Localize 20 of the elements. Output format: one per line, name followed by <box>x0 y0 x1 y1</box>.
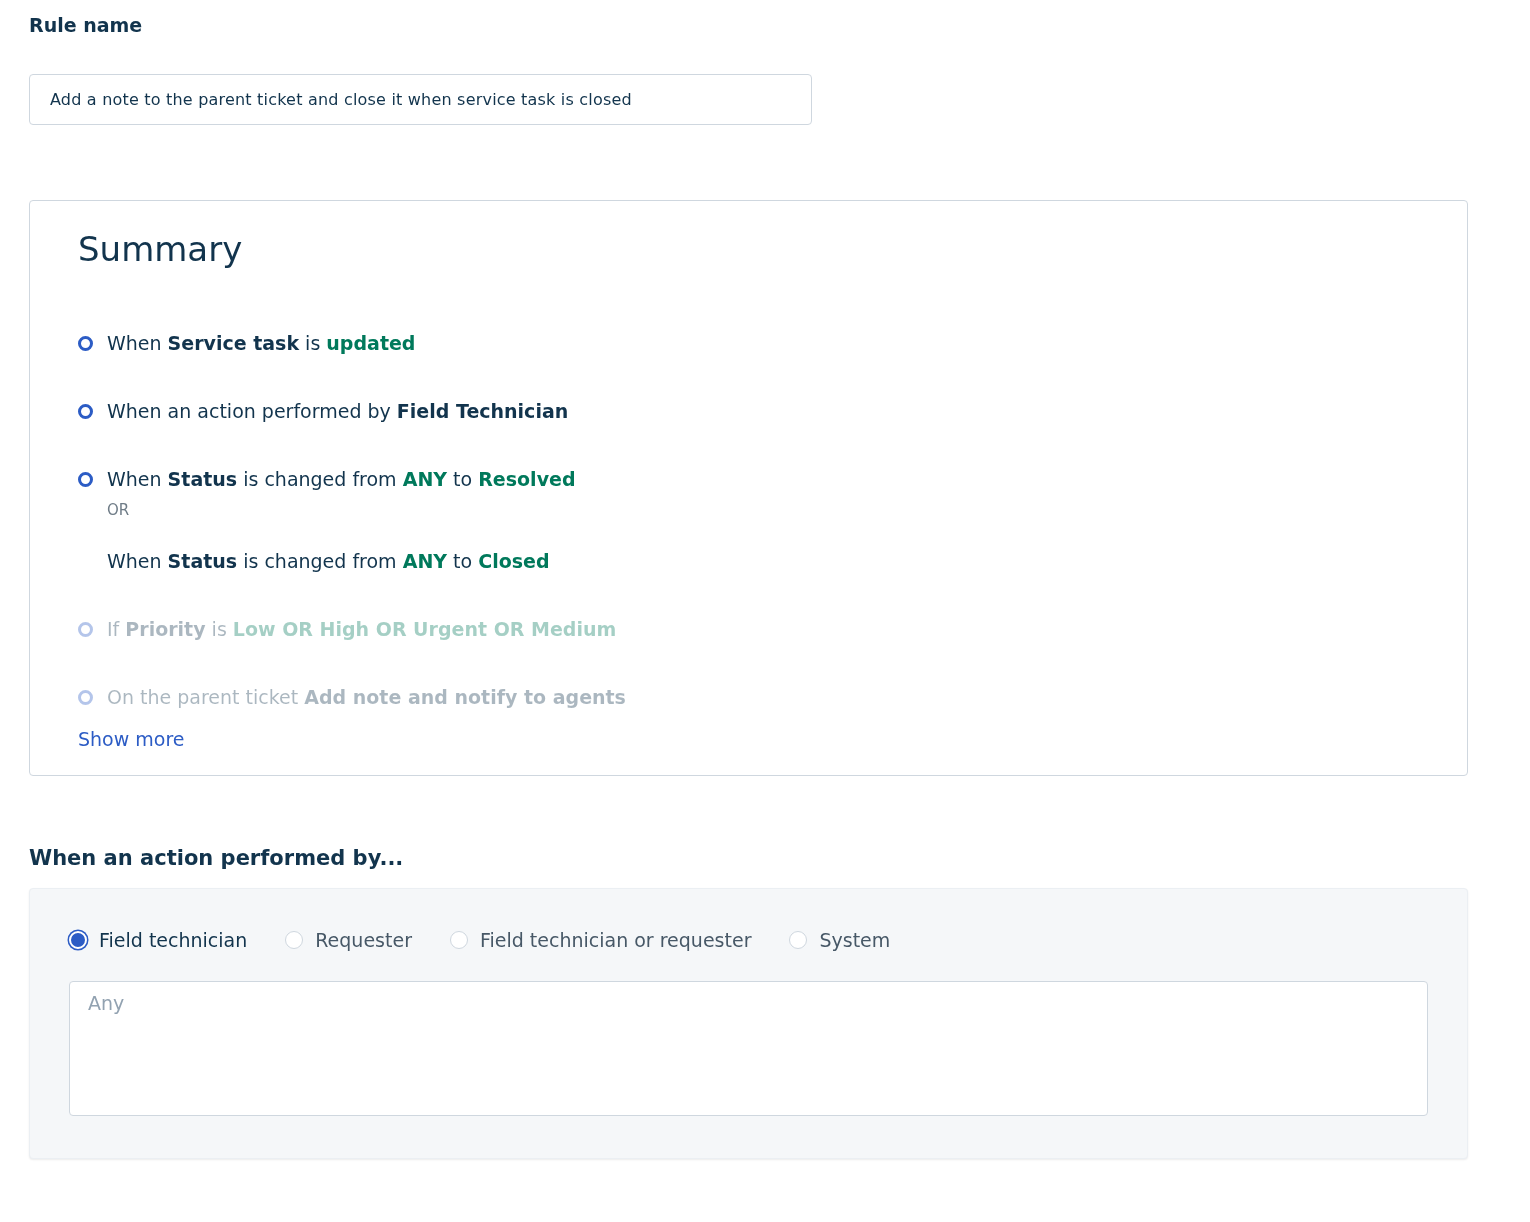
radio-icon[interactable] <box>789 931 808 949</box>
condition-text: On the parent ticket Add note and notify to agents <box>107 686 626 708</box>
radio-option[interactable]: System <box>789 929 891 951</box>
radio-icon[interactable] <box>285 931 304 949</box>
field-label: Rule name <box>29 14 144 36</box>
separator-text: OR <box>107 501 130 519</box>
radio-option[interactable]: Requester <box>285 929 412 951</box>
condition-text: When an action performed by Field Technician <box>107 400 569 422</box>
condition-text: When Status is changed from ANY to Closed <box>107 550 550 572</box>
radio-icon[interactable] <box>449 931 468 949</box>
card-title: Summary <box>78 229 244 269</box>
condition-text: If Priority is Low OR High OR Urgent OR Medium <box>107 618 617 640</box>
section-heading: When an action performed by... <box>29 846 405 870</box>
condition-text: When Status is changed from ANY to Resolved <box>107 468 576 490</box>
show-more-link[interactable]: Show more <box>78 728 185 750</box>
rule-name-field[interactable]: Add a note to the parent ticket and close it when service task is closed <box>29 74 812 125</box>
condition-text: When Service task is updated <box>107 332 416 354</box>
radio-option[interactable]: Field technician or requester <box>449 929 752 951</box>
radio-option[interactable]: Field technician <box>69 929 248 951</box>
performer-field[interactable]: Any <box>69 981 1428 1116</box>
